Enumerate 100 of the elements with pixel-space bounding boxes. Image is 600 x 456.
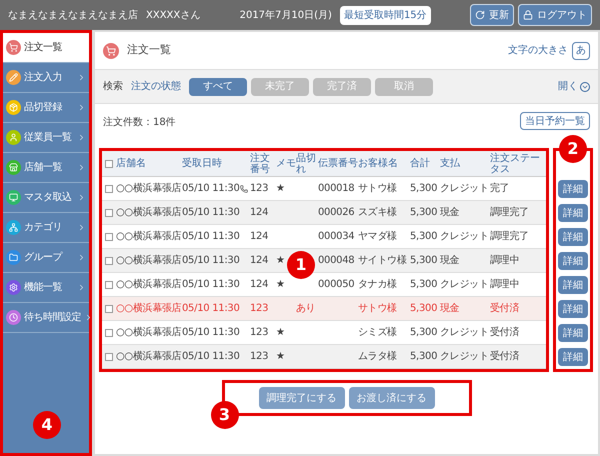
sidebar-item[interactable]: 注文入力 bbox=[3, 63, 89, 93]
sidebar-item[interactable]: 店舗一覧 bbox=[3, 153, 89, 183]
select-all-checkbox[interactable] bbox=[105, 160, 113, 168]
monitor-icon bbox=[6, 190, 21, 205]
chevron-icon bbox=[77, 103, 86, 112]
sidebar-item[interactable]: 注文一覧 bbox=[3, 33, 89, 63]
reservations-button[interactable]: 当日予約一覧 bbox=[520, 112, 590, 130]
chevron-icon bbox=[77, 133, 86, 142]
person-icon bbox=[6, 130, 21, 145]
sidebar-item[interactable]: 機能一覧 bbox=[3, 273, 89, 303]
expand-toggle[interactable]: 開く bbox=[558, 79, 590, 94]
table-cell: サトウ様 bbox=[358, 183, 397, 194]
table-cell: 05/10 11:30 bbox=[182, 279, 240, 290]
sidebar-item[interactable]: 従業員一覧 bbox=[3, 123, 89, 153]
refresh-button[interactable]: 更新 bbox=[470, 4, 514, 26]
sidebar-item[interactable]: マスタ取込 bbox=[3, 183, 89, 213]
network-icon bbox=[6, 220, 21, 235]
refresh-icon bbox=[475, 10, 485, 20]
table-cell: 123 bbox=[250, 303, 268, 314]
cart-icon bbox=[103, 42, 119, 58]
user-name: XXXXXさん bbox=[146, 8, 200, 22]
memo-text: ★ bbox=[276, 183, 285, 194]
annotation-badge: 3 bbox=[210, 401, 238, 429]
box-icon bbox=[6, 100, 21, 115]
detail-button[interactable]: 詳細 bbox=[558, 228, 588, 246]
table-cell: スズキ様 bbox=[358, 207, 397, 218]
date-text: 2017年7月10日(月) bbox=[240, 8, 332, 22]
memo-text: ★ bbox=[276, 279, 285, 290]
table-cell: 受付済 bbox=[490, 351, 520, 362]
table-cell: クレジット bbox=[440, 279, 489, 290]
detail-button[interactable]: 詳細 bbox=[558, 276, 588, 294]
table-cell: ○○横浜幕張店 bbox=[116, 183, 182, 194]
column-header: 注文ステータス bbox=[490, 152, 541, 174]
clock-icon bbox=[6, 310, 21, 325]
table-cell: クレジット bbox=[440, 351, 489, 362]
row-checkbox[interactable] bbox=[105, 232, 113, 240]
table-cell: 000026 bbox=[318, 207, 354, 218]
row-checkbox[interactable] bbox=[105, 184, 113, 192]
table-cell: ムラタ様 bbox=[358, 351, 397, 362]
table-cell: シミズ様 bbox=[358, 327, 397, 338]
detail-button[interactable]: 詳細 bbox=[558, 324, 588, 342]
cart-icon bbox=[6, 40, 21, 55]
table-cell: ○○横浜幕張店 bbox=[116, 255, 182, 266]
table-cell: 05/10 11:30 bbox=[182, 207, 240, 218]
memo-text: ★ bbox=[276, 351, 285, 362]
table-cell: タナカ様 bbox=[358, 279, 397, 290]
table-cell: サイトウ様 bbox=[358, 255, 407, 266]
status-label: 注文の状態 bbox=[131, 80, 181, 94]
lock-icon bbox=[523, 10, 533, 20]
page-title: 注文一覧 bbox=[127, 42, 171, 58]
row-checkbox[interactable] bbox=[105, 352, 113, 360]
column-header: 合計 bbox=[410, 158, 431, 169]
table-cell: 現金 bbox=[440, 207, 460, 218]
table-cell: 05/10 11:30 bbox=[182, 183, 240, 194]
pencil-icon bbox=[6, 70, 21, 85]
row-checkbox[interactable] bbox=[105, 208, 113, 216]
chevron-down-icon bbox=[580, 82, 590, 92]
order-count: 注文件数：18件 bbox=[103, 116, 176, 130]
row-checkbox[interactable] bbox=[105, 256, 113, 264]
chevron-icon bbox=[77, 73, 86, 82]
detail-button[interactable]: 詳細 bbox=[558, 204, 588, 222]
column-header: 注文番号 bbox=[250, 152, 271, 174]
table-cell: 調理完了 bbox=[490, 207, 529, 218]
font-size-button[interactable]: あ bbox=[572, 42, 590, 60]
detail-button[interactable]: 詳細 bbox=[558, 180, 588, 198]
table-cell: サトウ様 bbox=[358, 303, 397, 314]
table-cell: 現金 bbox=[440, 255, 460, 266]
detail-button[interactable]: 詳細 bbox=[558, 252, 588, 270]
row-checkbox[interactable] bbox=[105, 280, 113, 288]
table-cell: 000048 bbox=[318, 255, 354, 266]
memo-text: ★ bbox=[276, 255, 285, 266]
sidebar-item[interactable]: グループ bbox=[3, 243, 89, 273]
filter-tab[interactable]: すべて bbox=[189, 78, 247, 96]
table-cell: 5,300 bbox=[410, 255, 438, 266]
table-cell: 完了 bbox=[490, 183, 510, 194]
row-checkbox[interactable] bbox=[105, 328, 113, 336]
gear-icon bbox=[6, 280, 21, 295]
table-cell: 現金 bbox=[440, 303, 460, 314]
sidebar-item[interactable]: 品切登録 bbox=[3, 93, 89, 123]
detail-button[interactable]: 詳細 bbox=[558, 348, 588, 366]
font-size-label: 文字の大きさ bbox=[508, 44, 568, 58]
table-row[interactable]: ○○横浜幕張店05/10 11:30 124 000026 スズキ様 5,300 現金 調理完了 bbox=[102, 201, 546, 225]
table-cell: 5,300 bbox=[410, 351, 438, 362]
table-cell: 調理完了 bbox=[490, 231, 529, 242]
logout-button[interactable]: ログアウト bbox=[518, 4, 592, 26]
table-row[interactable]: ○○横浜幕張店05/10 11:30 123 あり サトウ様 5,300 現金 受付済 bbox=[102, 297, 546, 321]
column-header: 店舗名 bbox=[116, 158, 147, 169]
table-cell: ○○横浜幕張店 bbox=[116, 279, 182, 290]
table-row[interactable]: ○○横浜幕張店05/10 11:30 123 ★ ムラタ様 5,300 クレジット 受付済 bbox=[102, 345, 546, 369]
detail-button[interactable]: 詳細 bbox=[558, 300, 588, 318]
sidebar-item[interactable]: カテゴリ bbox=[3, 213, 89, 243]
row-checkbox[interactable] bbox=[105, 304, 113, 312]
table-cell: 調理中 bbox=[490, 255, 520, 266]
table-cell: 124 bbox=[250, 207, 268, 218]
sidebar-item[interactable]: 待ち時間設定 bbox=[3, 303, 89, 333]
table-cell: 05/10 11:30 bbox=[182, 327, 240, 338]
chevron-icon bbox=[84, 313, 93, 322]
table-cell: 受付済 bbox=[490, 303, 520, 314]
column-header: 伝票番号 bbox=[318, 158, 358, 169]
annotation-badge: 4 bbox=[33, 411, 61, 439]
